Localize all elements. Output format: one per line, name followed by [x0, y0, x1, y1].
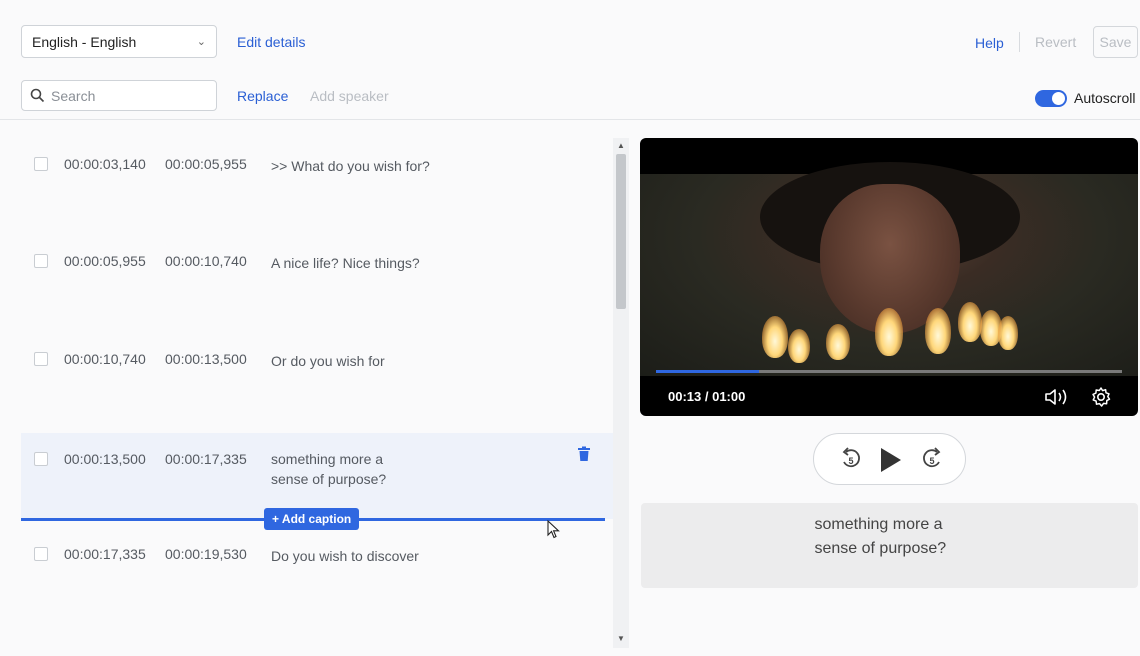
toggle-knob: [1052, 92, 1065, 105]
caption-list-scrollbar[interactable]: ▲ ▼: [613, 138, 629, 648]
caption-start-time[interactable]: 00:00:17,335: [64, 546, 146, 562]
caption-text[interactable]: Or do you wish for: [271, 351, 441, 371]
replace-link[interactable]: Replace: [237, 88, 288, 104]
caption-start-time[interactable]: 00:00:13,500: [64, 451, 146, 467]
save-button[interactable]: Save: [1093, 26, 1138, 58]
caption-row[interactable]: 00:00:03,140 00:00:05,955 >> What do you…: [8, 121, 613, 218]
caption-preview-box: something more a sense of purpose?: [641, 503, 1138, 588]
caption-checkbox[interactable]: [34, 452, 48, 466]
svg-text:5: 5: [929, 456, 934, 466]
settings-gear-icon[interactable]: [1090, 386, 1112, 408]
caption-checkbox[interactable]: [34, 157, 48, 171]
search-box[interactable]: [21, 80, 217, 111]
help-link[interactable]: Help: [975, 35, 1004, 51]
rewind-5-icon[interactable]: 5: [839, 446, 863, 472]
candle-flame: [762, 316, 788, 358]
language-select[interactable]: English - English ⌄: [21, 25, 217, 58]
caption-row[interactable]: 00:00:05,955 00:00:10,740 A nice life? N…: [8, 218, 613, 315]
mouse-cursor-icon: [547, 520, 560, 539]
caption-preview-text: something more a sense of purpose?: [814, 516, 947, 557]
candle-flame: [875, 308, 903, 356]
candle-flame: [925, 308, 951, 354]
caption-checkbox[interactable]: [34, 352, 48, 366]
autoscroll-toggle[interactable]: [1035, 90, 1067, 107]
add-speaker-link[interactable]: Add speaker: [310, 88, 389, 104]
play-icon[interactable]: [878, 447, 902, 473]
caption-text[interactable]: >> What do you wish for?: [271, 156, 441, 176]
caption-end-time[interactable]: 00:00:13,500: [165, 351, 247, 367]
video-progress-bar[interactable]: [656, 370, 1122, 373]
candle-flame: [788, 329, 810, 363]
scroll-down-arrow-icon[interactable]: ▼: [617, 634, 625, 643]
edit-details-link[interactable]: Edit details: [237, 34, 305, 50]
caption-end-time[interactable]: 00:00:19,530: [165, 546, 247, 562]
toolbar: English - English ⌄ Edit details Replace…: [0, 0, 1140, 120]
caption-start-time[interactable]: 00:00:03,140: [64, 156, 146, 172]
caption-list: 00:00:03,140 00:00:05,955 >> What do you…: [8, 121, 613, 656]
caption-checkbox[interactable]: [34, 547, 48, 561]
caption-start-time[interactable]: 00:00:05,955: [64, 253, 146, 269]
separator: [1019, 32, 1020, 52]
video-progress-fill: [656, 370, 759, 373]
video-frame: [640, 162, 1138, 376]
language-select-value: English - English: [32, 33, 137, 50]
autoscroll-label: Autoscroll: [1074, 90, 1136, 106]
video-timecode: 00:13 / 01:00: [668, 389, 746, 404]
caption-text[interactable]: A nice life? Nice things?: [271, 253, 441, 273]
caption-text[interactable]: Do you wish to discover: [271, 546, 441, 566]
caption-end-time[interactable]: 00:00:17,335: [165, 451, 247, 467]
chevron-down-icon: ⌄: [196, 36, 206, 48]
caption-row[interactable]: 00:00:10,740 00:00:13,500 Or do you wish…: [8, 316, 613, 413]
caption-row[interactable]: 00:00:17,335 00:00:19,530 Do you wish to…: [8, 519, 613, 616]
add-caption-button[interactable]: + Add caption: [264, 508, 360, 530]
svg-text:5: 5: [848, 456, 853, 466]
forward-5-icon[interactable]: 5: [920, 446, 944, 472]
search-input[interactable]: [51, 87, 201, 104]
caption-start-time[interactable]: 00:00:10,740: [64, 351, 146, 367]
caption-end-time[interactable]: 00:00:05,955: [165, 156, 247, 172]
search-icon: [30, 88, 45, 103]
scrollbar-thumb[interactable]: [616, 154, 626, 309]
candle-flame: [958, 302, 982, 342]
trash-icon[interactable]: [577, 446, 591, 462]
caption-text[interactable]: something more a sense of purpose?: [271, 449, 411, 489]
playback-controls: 5 5: [813, 433, 966, 485]
candle-flame: [998, 316, 1018, 350]
caption-row-active[interactable]: 00:00:13,500 00:00:17,335 something more…: [21, 433, 613, 519]
revert-button[interactable]: Revert: [1035, 34, 1076, 50]
caption-end-time[interactable]: 00:00:10,740: [165, 253, 247, 269]
caption-checkbox[interactable]: [34, 254, 48, 268]
scroll-up-arrow-icon[interactable]: ▲: [617, 141, 625, 150]
volume-icon[interactable]: [1044, 386, 1072, 408]
video-player[interactable]: 00:13 / 01:00: [640, 138, 1138, 416]
candle-flame: [826, 324, 850, 360]
